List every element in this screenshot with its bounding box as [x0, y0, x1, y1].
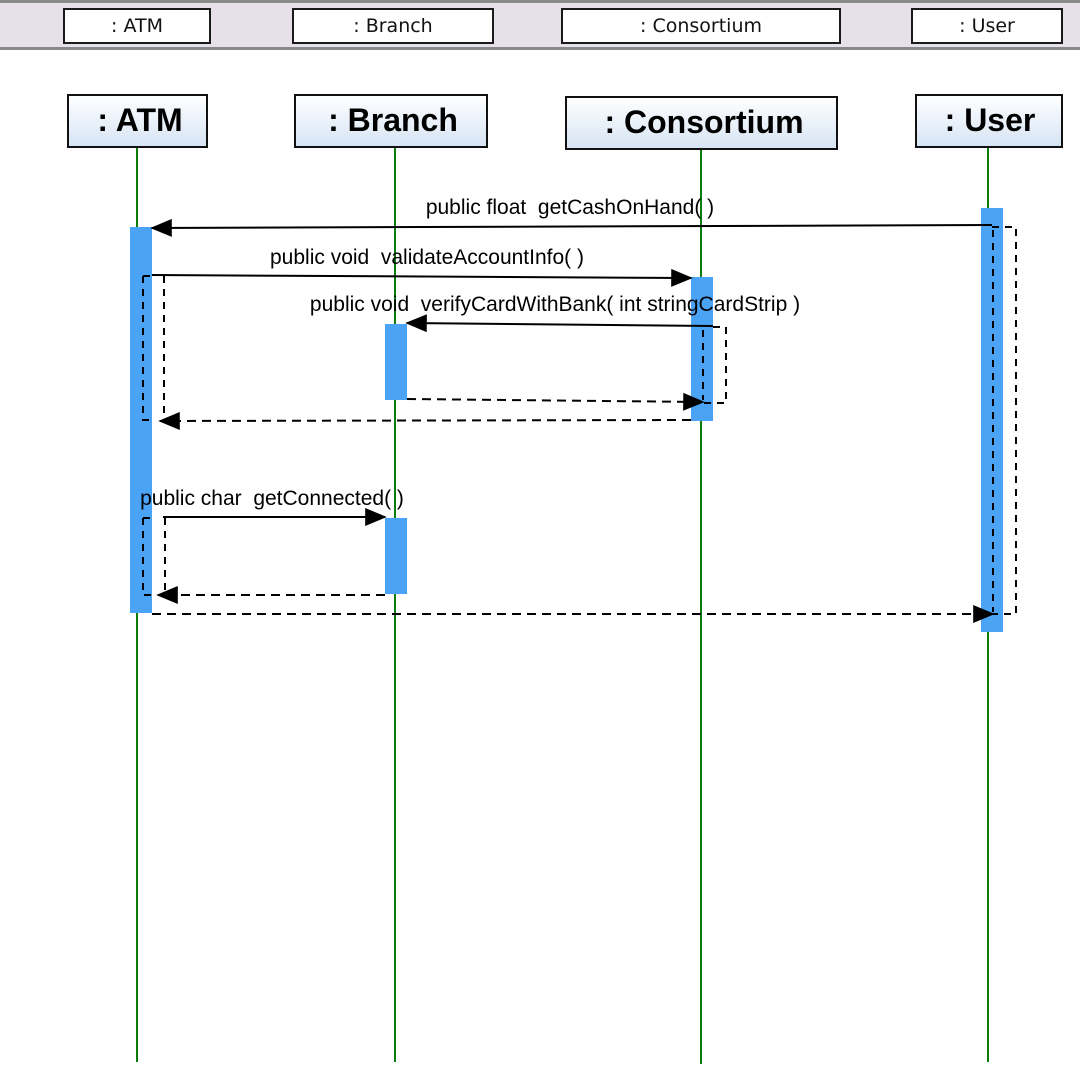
- object-consortium[interactable]: : Consortium: [565, 96, 838, 150]
- message-label-validateAccountInfo: public void validateAccountInfo( ): [270, 246, 584, 269]
- object-label-consortium: : Consortium: [604, 104, 803, 140]
- message-label-getConnected: public char getConnected( ): [140, 487, 404, 510]
- message-getCashOnHand[interactable]: public float getCashOnHand( ): [150, 196, 993, 237]
- return-consortium-to-atm[interactable]: [158, 411, 692, 430]
- object-atm[interactable]: : ATM: [67, 94, 208, 148]
- message-getConnected[interactable]: public char getConnected( ): [140, 487, 404, 526]
- messages: public float getCashOnHand( ) public voi…: [140, 196, 1017, 623]
- object-label-atm: : ATM: [97, 102, 182, 138]
- activation-branch-2: [385, 518, 407, 594]
- sequence-diagram: : ATM : Branch : Consortium : User publi…: [67, 94, 1063, 1064]
- message-label-getCashOnHand: public float getCashOnHand( ): [426, 196, 714, 219]
- message-verifyCardWithBank[interactable]: public void verifyCardWithBank( int stri…: [310, 293, 800, 333]
- object-user[interactable]: : User: [915, 94, 1063, 148]
- message-label-verifyCardWithBank: public void verifyCardWithBank( int stri…: [310, 293, 800, 316]
- return-branch-to-consortium[interactable]: [406, 392, 705, 411]
- object-label-user: : User: [945, 102, 1036, 138]
- lifelines: [136, 147, 989, 1064]
- object-branch[interactable]: : Branch: [294, 94, 488, 148]
- activation-branch-1: [385, 324, 407, 400]
- object-label-branch: : Branch: [328, 102, 458, 138]
- message-validateAccountInfo[interactable]: public void validateAccountInfo( ): [151, 246, 693, 287]
